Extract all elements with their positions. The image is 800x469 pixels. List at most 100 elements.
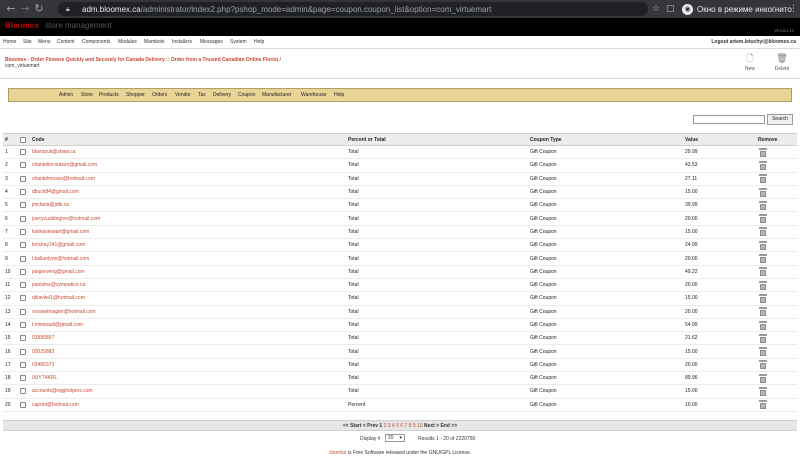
- menu-messages[interactable]: Messages: [200, 39, 223, 45]
- search-button[interactable]: Search: [767, 114, 793, 125]
- coupon-code-link[interactable]: accounts@egghelpers.com: [32, 385, 342, 397]
- coupon-code-link[interactable]: 0UYT4KRL: [32, 372, 342, 384]
- vm-menu-coupon[interactable]: Coupon: [238, 92, 256, 98]
- coupon-code-link[interactable]: bkarasuk@shaw.ca: [32, 146, 342, 158]
- row-checkbox[interactable]: [20, 332, 28, 344]
- row-checkbox[interactable]: [20, 385, 28, 397]
- menu-menu[interactable]: Menu: [38, 39, 51, 45]
- coupon-code-link[interactable]: chantelmoses@hotmail.com: [32, 173, 342, 185]
- vm-menu-store[interactable]: Store: [81, 92, 93, 98]
- new-button[interactable]: 🗋︎ New: [739, 52, 761, 74]
- row-checkbox[interactable]: [20, 372, 28, 384]
- logout-link[interactable]: Logout artem.letuchyi@bloomex.ca: [711, 39, 796, 45]
- vm-menu-shopper[interactable]: Shopper: [126, 92, 145, 98]
- menu-installers[interactable]: Installers: [172, 39, 192, 45]
- row-checkbox[interactable]: [20, 292, 28, 304]
- extensions-icon[interactable]: ▢: [666, 0, 675, 18]
- remove-button[interactable]: [758, 306, 788, 318]
- remove-button[interactable]: [758, 292, 788, 304]
- search-input[interactable]: [693, 115, 765, 124]
- pager-page-link[interactable]: 6: [400, 423, 403, 429]
- coupon-code-link[interactable]: 03025883: [32, 345, 342, 357]
- remove-button[interactable]: [758, 226, 788, 238]
- coupon-code-link[interactable]: joecycuddington@hotmail.com: [32, 212, 342, 224]
- select-all-checkbox[interactable]: [20, 134, 28, 145]
- remove-button[interactable]: [758, 332, 788, 344]
- pager-page-link[interactable]: 7: [404, 423, 407, 429]
- row-checkbox[interactable]: [20, 173, 28, 185]
- vm-menu-vendor[interactable]: Vendor: [175, 92, 191, 98]
- header-percent-total[interactable]: Percent or Total: [348, 134, 498, 145]
- incognito-indicator[interactable]: ◉ Окно в режиме инкогнито: [682, 3, 792, 15]
- star-icon[interactable]: ☆: [652, 0, 660, 18]
- coupon-code-link[interactable]: paigerveng@gmail.com: [32, 266, 342, 278]
- pager-end[interactable]: End >>: [440, 423, 457, 429]
- back-icon[interactable]: ←: [5, 0, 17, 18]
- coupon-code-link[interactable]: qklavitel1@hotmail.com: [32, 292, 342, 304]
- browser-menu-icon[interactable]: ⋮: [789, 0, 798, 18]
- remove-button[interactable]: [758, 146, 788, 158]
- coupon-code-link[interactable]: 03466373: [32, 359, 342, 371]
- coupon-code-link[interactable]: kmckay241@gmail.com: [32, 239, 342, 251]
- menu-home[interactable]: Home: [3, 39, 16, 45]
- row-checkbox[interactable]: [20, 199, 28, 211]
- remove-button[interactable]: [758, 279, 788, 291]
- menu-content[interactable]: Content: [57, 39, 75, 45]
- coupon-code-link[interactable]: dbuck84@gmail.com: [32, 186, 342, 198]
- menu-mambots[interactable]: Mambots: [144, 39, 165, 45]
- joomla-link[interactable]: Joomla!: [329, 450, 347, 456]
- address-bar[interactable]: 🔒︎ adm.bloomex.ca/administrator/index2.p…: [58, 2, 648, 16]
- remove-button[interactable]: [758, 252, 788, 264]
- pager-page-link[interactable]: 4: [392, 423, 395, 429]
- coupon-code-link[interactable]: caprini@hotmail.com: [32, 399, 342, 411]
- forward-icon[interactable]: →: [19, 0, 31, 18]
- remove-button[interactable]: [758, 399, 788, 411]
- menu-components[interactable]: Components: [82, 39, 110, 45]
- vm-menu-orders[interactable]: Orders: [152, 92, 167, 98]
- remove-button[interactable]: [758, 266, 788, 278]
- pager-page-link[interactable]: 8: [409, 423, 412, 429]
- row-checkbox[interactable]: [20, 345, 28, 357]
- remove-button[interactable]: [758, 385, 788, 397]
- remove-button[interactable]: [758, 372, 788, 384]
- vm-menu-manufacturer[interactable]: Manufacturer: [262, 92, 291, 98]
- menu-modules[interactable]: Modules: [118, 39, 137, 45]
- remove-button[interactable]: [758, 345, 788, 357]
- row-checkbox[interactable]: [20, 399, 28, 411]
- coupon-code-link[interactable]: t.mimeault@gmail.com: [32, 319, 342, 331]
- row-checkbox[interactable]: [20, 266, 28, 278]
- menu-system[interactable]: System: [230, 39, 247, 45]
- menu-site[interactable]: Site: [23, 39, 32, 45]
- remove-button[interactable]: [758, 159, 788, 171]
- pager-next[interactable]: Next >: [424, 423, 439, 429]
- row-checkbox[interactable]: [20, 146, 28, 158]
- row-checkbox[interactable]: [20, 239, 28, 251]
- row-checkbox[interactable]: [20, 359, 28, 371]
- coupon-code-link[interactable]: 02880857: [32, 332, 342, 344]
- pager-page-link[interactable]: 5: [396, 423, 399, 429]
- admin-logo[interactable]: Bloomex: [5, 21, 39, 30]
- row-checkbox[interactable]: [20, 319, 28, 331]
- vm-menu-delivery[interactable]: Delivery: [213, 92, 231, 98]
- pager-page-link[interactable]: 3: [388, 423, 391, 429]
- row-checkbox[interactable]: [20, 306, 28, 318]
- vm-menu-tax[interactable]: Tax: [198, 92, 206, 98]
- coupon-code-link[interactable]: l.ballantyne@hotmail.com: [32, 252, 342, 264]
- menu-help[interactable]: Help: [254, 39, 264, 45]
- row-checkbox[interactable]: [20, 186, 28, 198]
- vm-menu-help[interactable]: Help: [334, 92, 344, 98]
- vm-menu-warehouse[interactable]: Warehouse: [301, 92, 326, 98]
- remove-button[interactable]: [758, 212, 788, 224]
- remove-button[interactable]: [758, 319, 788, 331]
- delete-button[interactable]: 🗑︎ Delete: [771, 52, 793, 74]
- vm-menu-products[interactable]: Products: [99, 92, 119, 98]
- pager-page-link[interactable]: 2: [384, 423, 387, 429]
- display-count-select[interactable]: 20 ▾: [385, 434, 405, 442]
- row-checkbox[interactable]: [20, 252, 28, 264]
- coupon-code-link[interactable]: katinastewart@gmail.com: [32, 226, 342, 238]
- reload-icon[interactable]: ↻: [33, 0, 45, 18]
- pager-prev[interactable]: < Prev: [363, 423, 378, 429]
- header-coupon-type[interactable]: Coupon Type: [530, 134, 650, 145]
- coupon-code-link[interactable]: jmcfarla@jdtk.ca: [32, 199, 342, 211]
- row-checkbox[interactable]: [20, 159, 28, 171]
